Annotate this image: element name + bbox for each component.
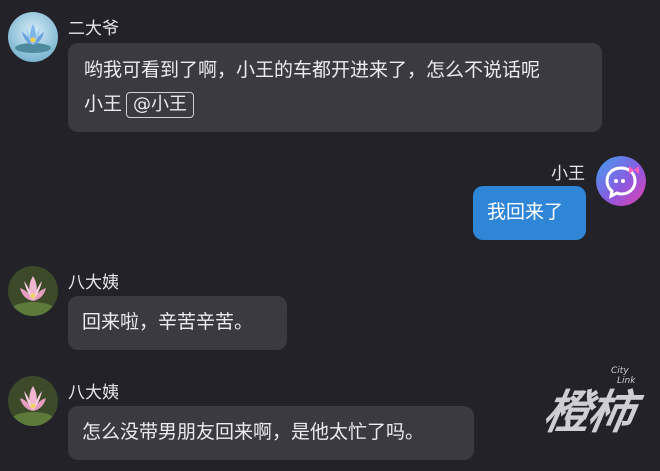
watermark-logo: 橙柿 City Link xyxy=(540,366,657,458)
message-bubble: 回来啦，辛苦辛苦。 xyxy=(68,296,287,350)
watermark-sub2: Link xyxy=(617,376,636,386)
sender-name: 八大姨 xyxy=(68,383,119,403)
message-text-line2: 小王 @小王 xyxy=(84,87,586,121)
avatar-lotus-pink[interactable] xyxy=(8,376,58,426)
message-bubble: 哟我可看到了啊，小王的车都开进来了，怎么不说话呢 小王 @小王 xyxy=(68,43,602,132)
avatar-lotus-pink[interactable] xyxy=(8,266,58,316)
message-text: 哟我可看到了啊，小王的车都开进来了，怎么不说话呢 xyxy=(84,59,541,81)
sender-name: 八大姨 xyxy=(68,273,119,293)
message-text: 我回来了 xyxy=(487,201,564,223)
message-text: 怎么没带男朋友回来啊，是他太忙了吗。 xyxy=(82,421,425,443)
message-bubble: 怎么没带男朋友回来啊，是他太忙了吗。 xyxy=(68,406,474,460)
message-bubble-self: 我回来了 xyxy=(473,186,586,240)
avatar-lotus-blue[interactable] xyxy=(8,12,58,62)
sender-name-self: 小王 xyxy=(551,164,585,184)
sender-name: 二大爷 xyxy=(68,19,119,39)
message-text-name: 小王 xyxy=(84,93,123,115)
watermark-sub1: City xyxy=(611,366,629,376)
mention-tag[interactable]: @小王 xyxy=(126,92,195,118)
avatar-self[interactable] xyxy=(596,156,646,206)
message-text: 回来啦，辛苦辛苦。 xyxy=(82,311,254,333)
